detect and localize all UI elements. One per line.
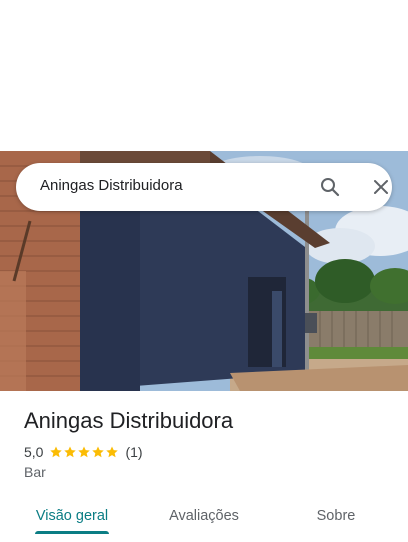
star-icon [64, 446, 77, 458]
blank-header-area [0, 0, 408, 151]
star-rating [49, 445, 119, 459]
search-query[interactable]: Aningas Distribuidora [40, 177, 183, 194]
review-count[interactable]: (1) [125, 444, 142, 460]
tab-about[interactable]: Sobre [288, 496, 384, 536]
star-icon [78, 446, 91, 458]
rating-value: 5,0 [24, 444, 44, 460]
place-title: Aningas Distribuidora [24, 408, 234, 433]
tab-overview[interactable]: Visão geral [24, 496, 120, 536]
active-tab-indicator [35, 531, 109, 534]
star-icon [50, 446, 63, 458]
tab-reviews[interactable]: Avaliações [156, 496, 252, 536]
close-icon[interactable] [369, 175, 393, 199]
star-icon [106, 446, 119, 458]
search-icon[interactable] [318, 175, 342, 199]
star-icon [92, 446, 105, 458]
tab-bar: Visão geral Avaliações Sobre [0, 496, 408, 542]
rating-row[interactable]: 5,0 (1) [24, 443, 143, 461]
place-category: Bar [24, 464, 46, 480]
search-bar[interactable]: Aningas Distribuidora [16, 163, 392, 211]
